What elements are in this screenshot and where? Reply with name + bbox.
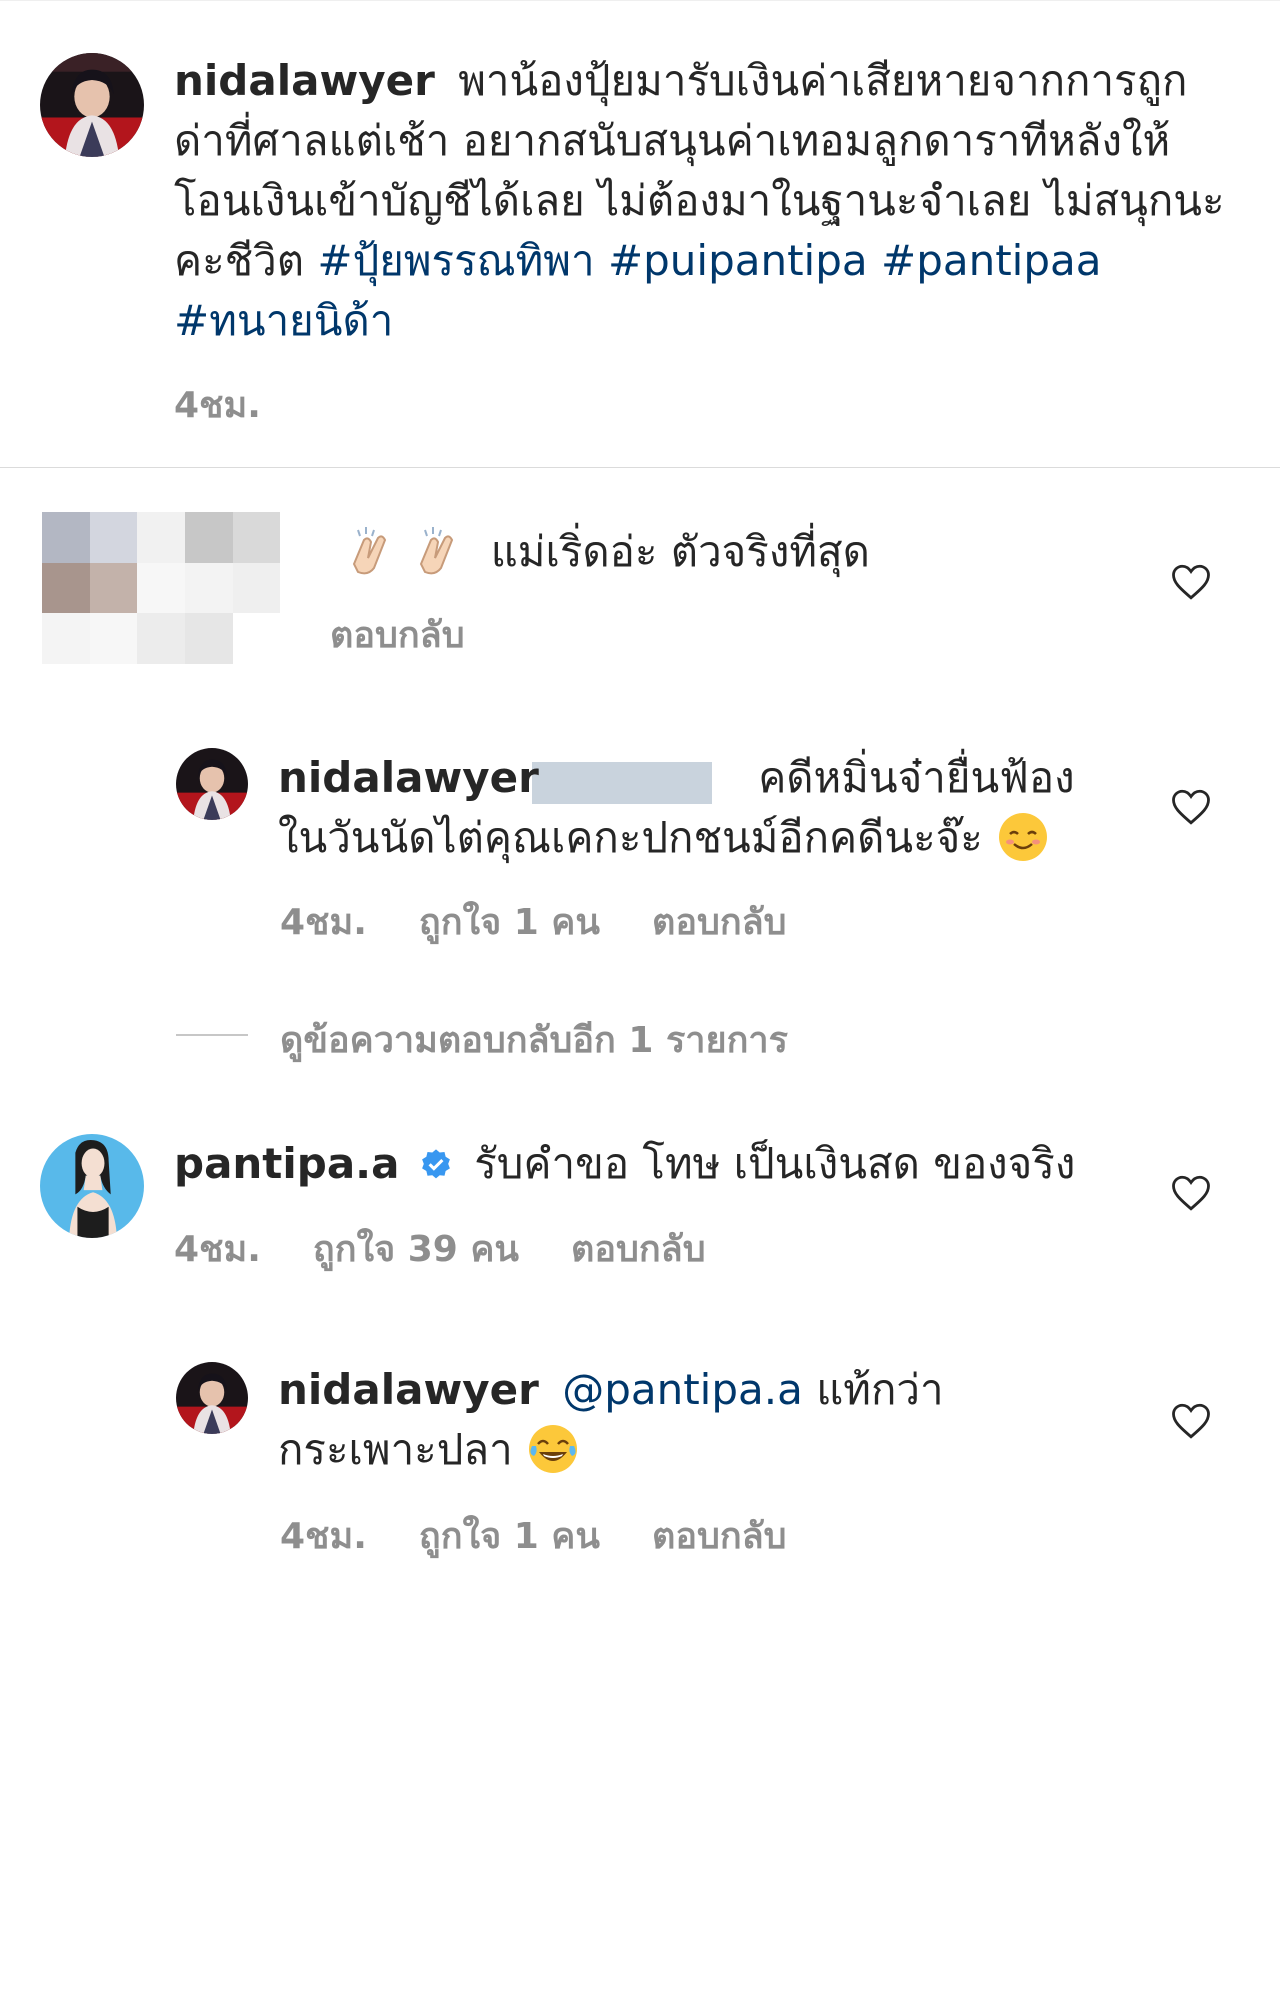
- tears-of-joy-emoji: [526, 1422, 580, 1476]
- reply-link[interactable]: ตอบกลับ: [330, 606, 465, 663]
- reply-text-block: nidalawyer @pantipa.a แท้กว่ากระเพาะปลา: [278, 1360, 1098, 1480]
- avatar-image: [176, 1362, 248, 1434]
- clapping-hands-emoji: [411, 524, 465, 578]
- caption-text-block: nidalawyer พาน้องปุ้ยมารับเงินค่าเสียหาย…: [174, 51, 1234, 351]
- view-replies-divider: [176, 1034, 248, 1036]
- avatar-image: [40, 53, 144, 157]
- heart-outline-icon[interactable]: [1170, 1172, 1212, 1214]
- avatar-nidalawyer[interactable]: [176, 1362, 248, 1434]
- comment-body: รับคำขอ โทษ เป็นเงินสด ของจริง: [474, 1139, 1076, 1188]
- comment-body: แม่เริ่ดอ่ะ ตัวจริงที่สุด: [344, 522, 870, 582]
- reply-username[interactable]: nidalawyer: [278, 1365, 539, 1414]
- post-caption-section: nidalawyer พาน้องปุ้ยมารับเงินค่าเสียหาย…: [0, 0, 1280, 468]
- hashtag-link[interactable]: #ปุ้ยพรรณทิพา: [317, 236, 594, 285]
- heart-outline-icon[interactable]: [1170, 786, 1212, 828]
- comment-likes-count[interactable]: ถูกใจ 39 คน: [313, 1229, 519, 1270]
- clapping-hands-emoji: [344, 524, 398, 578]
- reply-timestamp[interactable]: 4ชม.: [280, 1516, 367, 1557]
- smiling-face-emoji: [996, 810, 1050, 864]
- reply-link[interactable]: ตอบกลับ: [652, 1516, 787, 1557]
- avatar-image: [40, 1134, 144, 1238]
- avatar-nidalawyer[interactable]: [40, 53, 144, 157]
- reply-mention[interactable]: @pantipa.a: [562, 1365, 803, 1414]
- comment-text: แม่เริ่ดอ่ะ ตัวจริงที่สุด: [490, 527, 870, 576]
- comment-username[interactable]: pantipa.a: [174, 1139, 399, 1188]
- hashtag-link[interactable]: #ทนายนิด้า: [174, 296, 393, 345]
- reply-likes-count[interactable]: ถูกใจ 1 คน: [419, 902, 600, 943]
- redacted-avatar-username: [42, 512, 328, 664]
- reply-meta: 4ชม. ถูกใจ 1 คน ตอบกลับ: [280, 1507, 839, 1564]
- avatar-nidalawyer[interactable]: [176, 748, 248, 820]
- comment-text-block: pantipa.a รับคำขอ โทษ เป็นเงินสด ของจริง: [174, 1134, 1075, 1194]
- view-more-replies-link[interactable]: ดูข้อความตอบกลับอีก 1 รายการ: [280, 1011, 788, 1068]
- reply-link[interactable]: ตอบกลับ: [652, 902, 787, 943]
- hashtag-link[interactable]: #puipantipa: [608, 236, 868, 285]
- comment-meta: 4ชม. ถูกใจ 39 คน ตอบกลับ: [174, 1220, 758, 1277]
- reply-text-block: nidalawyer คดีหมิ่นจ๋ายื่นฟ้องในวันนัดไต…: [278, 748, 1098, 868]
- reply-link[interactable]: ตอบกลับ: [571, 1229, 706, 1270]
- caption-timestamp[interactable]: 4ชม.: [174, 376, 261, 433]
- avatar-pantipa-a[interactable]: [40, 1134, 144, 1238]
- verified-badge-icon: [421, 1149, 450, 1179]
- avatar-image: [176, 748, 248, 820]
- caption-username[interactable]: nidalawyer: [174, 56, 435, 105]
- reply-likes-count[interactable]: ถูกใจ 1 คน: [419, 1516, 600, 1557]
- heart-outline-icon[interactable]: [1170, 561, 1212, 603]
- reply-timestamp[interactable]: 4ชม.: [280, 902, 367, 943]
- hashtag-link[interactable]: #pantipaa: [881, 236, 1101, 285]
- reply-username[interactable]: nidalawyer: [278, 753, 539, 802]
- comment-timestamp[interactable]: 4ชม.: [174, 1229, 261, 1270]
- reply-meta: 4ชม. ถูกใจ 1 คน ตอบกลับ: [280, 893, 839, 950]
- heart-outline-icon[interactable]: [1170, 1400, 1212, 1442]
